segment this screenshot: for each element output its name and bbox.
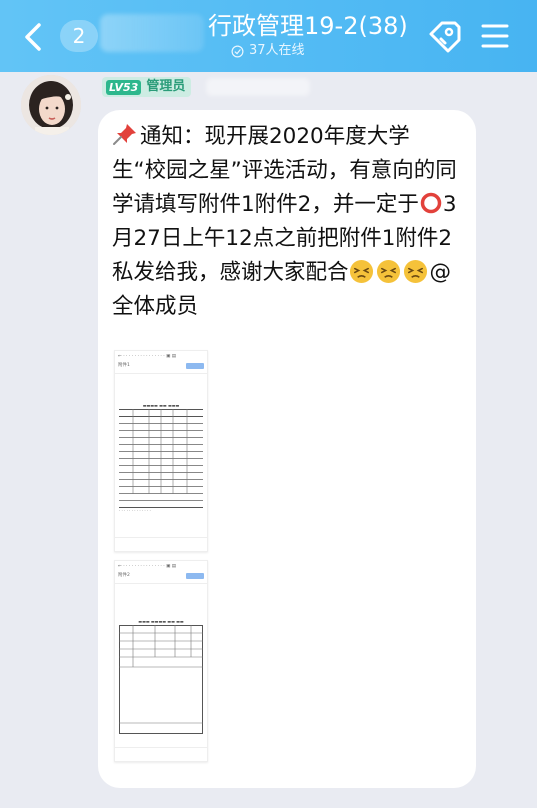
blurred-region (100, 14, 204, 52)
hollow-red-circle-icon (420, 192, 442, 214)
message-text[interactable]: 通知：现开展2020年度大学生“校园之星”评选活动，有意向的同学请填写附件1附件… (112, 120, 460, 324)
blurred-region (206, 78, 310, 96)
online-status: 37人在线 (231, 43, 305, 59)
form-grid (119, 625, 203, 734)
persevering-face-icon (376, 259, 400, 284)
attachment-bottom-bar (115, 537, 207, 550)
avatar[interactable] (21, 75, 81, 135)
attachment-toolbar: ← · · · · · · · · · · · · · · · ▣ ▤ (118, 564, 177, 569)
attachment-share-button (186, 363, 204, 369)
persevering-face-icon (403, 259, 427, 284)
message-text-part1: 通知：现开展2020年度大学生“校园之星”评选活动，有意向的同学请填写附件1附件… (112, 124, 457, 217)
menu-icon[interactable] (480, 21, 510, 51)
attachment-image-1[interactable]: ← · · · · · · · · · · · · · · · ▣ ▤ 附件1 … (114, 350, 208, 552)
divider (115, 583, 207, 584)
attachment-bottom-bar (115, 747, 207, 760)
attachment-toolbar: ← · · · · · · · · · · · · · · · ▣ ▤ (118, 354, 177, 359)
table-column-lines (132, 409, 188, 494)
role-label: 管理员 (146, 79, 186, 94)
chat-header: 2 行政管理19-2(38) 37人在线 (0, 0, 537, 72)
persevering-face-icon (349, 259, 373, 284)
attachment-table: ▬▬▬▬ ▬▬ ▬▬▬ (119, 403, 203, 508)
member-badge: LV53 管理员 (102, 77, 192, 97)
chevron-left-icon (25, 23, 41, 51)
pushpin-icon (113, 124, 136, 145)
clock-icon (231, 45, 244, 57)
group-title[interactable]: 行政管理19-2(38) (208, 10, 408, 42)
divider (115, 373, 207, 374)
attachment-share-button (186, 573, 204, 579)
avatar-image (21, 75, 81, 135)
online-count-text: 37人在线 (249, 43, 305, 58)
attachment-image-2[interactable]: ← · · · · · · · · · · · · · · · ▣ ▤ 附件2 … (114, 560, 208, 762)
level-badge: LV53 (106, 79, 142, 95)
back-button[interactable]: 2 (18, 18, 98, 54)
tag-icon[interactable] (425, 17, 465, 57)
attachment-note: · · · · · · · · · · · · · (119, 508, 151, 513)
unread-count-badge: 2 (60, 20, 98, 52)
attachment-form: ▬▬▬ ▬▬▬▬ ▬▬ ▬▬ (119, 619, 203, 735)
